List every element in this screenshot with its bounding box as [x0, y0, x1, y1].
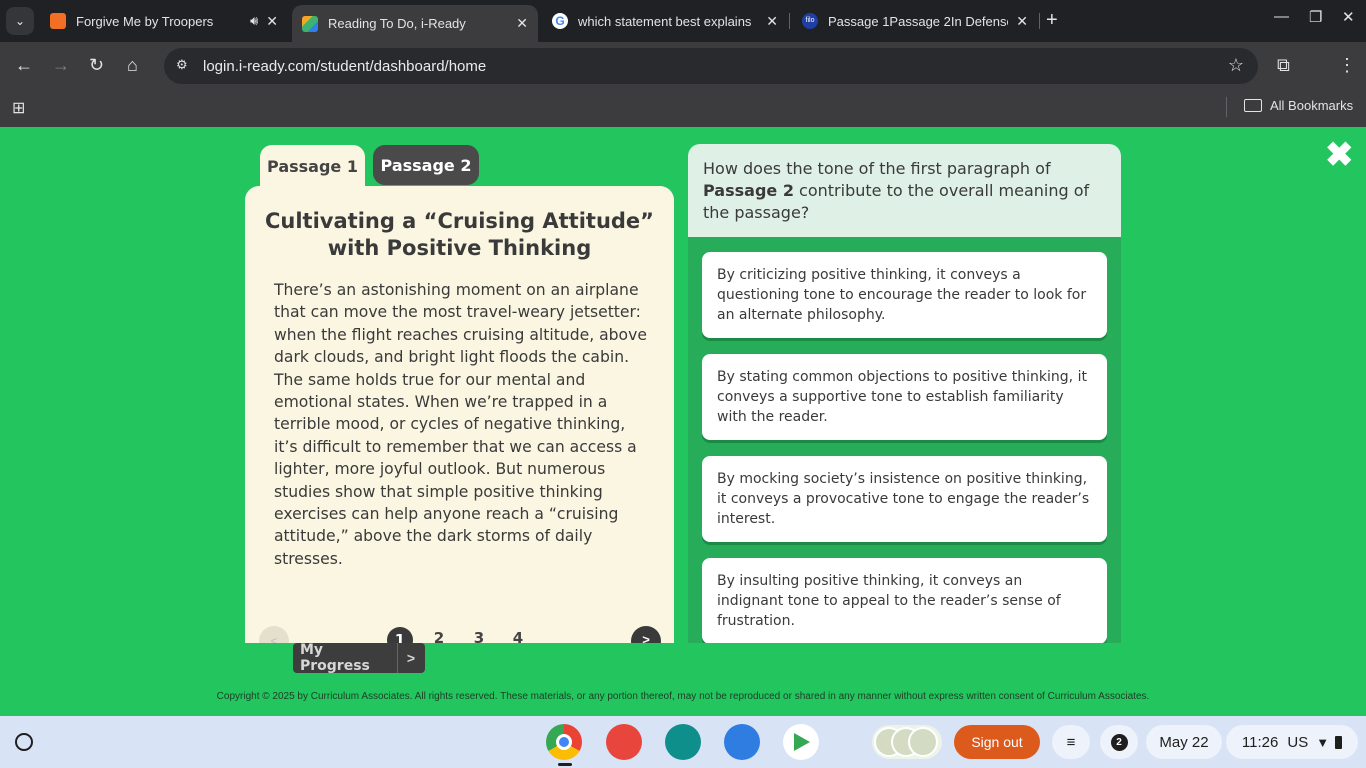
bookmarks-separator — [1226, 97, 1227, 117]
bookmarks-bar: ⊞ All Bookmarks — [0, 90, 1366, 127]
tab-title: Forgive Me by Troopers — [76, 13, 214, 29]
iready-lesson: Passage 1 Passage 2 Cultivating a “Cruis… — [0, 127, 1366, 716]
iready-icon — [302, 15, 318, 32]
chrome-center — [556, 734, 572, 750]
restore-icon[interactable]: ❐ — [1309, 8, 1322, 26]
tab-search-button[interactable]: ⌄ — [6, 7, 34, 35]
status-tray[interactable]: 11:26 US ▼ — [1226, 725, 1358, 759]
site-info-icon[interactable]: ⚙ — [176, 57, 188, 73]
page-button-1[interactable]: 1 — [387, 627, 413, 643]
extensions-icon[interactable]: ⧉ — [1277, 54, 1290, 76]
notification-count: 2 — [1110, 733, 1128, 751]
my-progress-button[interactable]: My Progress > — [293, 642, 425, 674]
close-window-icon[interactable]: ✕ — [1342, 8, 1355, 26]
tab-close-icon[interactable]: ✕ — [1016, 13, 1028, 30]
running-indicator — [558, 763, 572, 766]
play-triangle — [794, 733, 810, 751]
tab-close-icon[interactable]: ✕ — [766, 13, 778, 30]
tab-passage-2[interactable]: Passage 2 — [373, 145, 479, 185]
canvas-app-icon[interactable] — [606, 724, 642, 760]
tab-separator — [1039, 13, 1040, 29]
menu-icon[interactable]: ⋮ — [1338, 54, 1356, 76]
tab-separator — [789, 13, 790, 29]
tab-close-icon[interactable]: ✕ — [266, 13, 278, 30]
page-button-4[interactable]: 4 — [505, 629, 531, 643]
tab-iready[interactable]: Reading To Do, i-Ready ✕ — [292, 5, 538, 42]
answer-option-2[interactable]: By stating common objections to positive… — [702, 354, 1107, 440]
google-icon: G — [552, 13, 568, 29]
my-progress-label: My Progress — [300, 642, 370, 674]
classroom-app-icon[interactable] — [665, 724, 701, 760]
question-panel: How does the tone of the first paragraph… — [688, 144, 1121, 643]
apps-grid-icon[interactable]: ⊞ — [12, 98, 25, 118]
thumbnail — [908, 727, 938, 757]
sign-out-button[interactable]: Sign out — [954, 725, 1040, 759]
battery-icon — [1335, 735, 1343, 749]
tab-title: Reading To Do, i-Ready — [328, 16, 466, 31]
page-button-3[interactable]: 3 — [466, 629, 492, 643]
passage-body: There’s an astonishing moment on an airp… — [274, 281, 647, 568]
filo-icon: filo — [802, 13, 818, 29]
passage-title: Cultivating a “Cruising Attitude” with P… — [265, 209, 654, 260]
notifications-button[interactable]: 2 — [1100, 725, 1138, 759]
answer-option-1[interactable]: By criticizing positive thinking, it con… — [702, 252, 1107, 338]
passage-panel: Cultivating a “Cruising Attitude” with P… — [245, 186, 674, 643]
os-shelf: Sign out ≡ 2 May 22 11:26 US ▼ — [0, 716, 1366, 768]
question-header: How does the tone of the first paragraph… — [688, 144, 1121, 237]
close-lesson-icon[interactable]: ✖ — [1325, 138, 1354, 172]
answer-option-3[interactable]: By mocking society’s insistence on posit… — [702, 456, 1107, 542]
question-emphasis: Passage 2 — [703, 181, 794, 200]
address-bar[interactable]: ⚙ login.i-ready.com/student/dashboard/ho… — [164, 48, 1258, 84]
media-controls-icon[interactable]: ≡ — [1052, 725, 1090, 759]
time-text: 11:26 — [1241, 733, 1279, 751]
copyright-text: Copyright © 2025 by Curriculum Associate… — [216, 691, 1150, 702]
home-icon[interactable]: ⌂ — [127, 54, 138, 76]
chrome-app-icon[interactable] — [546, 724, 582, 760]
folder-icon — [1244, 99, 1262, 112]
all-bookmarks-button[interactable]: All Bookmarks — [1244, 98, 1353, 113]
tab-title: Passage 1Passage 2In Defense — [828, 13, 1009, 29]
date-button[interactable]: May 22 — [1146, 725, 1222, 759]
next-page-button[interactable]: > — [631, 626, 661, 643]
audio-playing-icon[interactable]: 🔊︎ — [250, 13, 258, 29]
new-tab-button[interactable]: + — [1046, 10, 1058, 30]
all-bookmarks-label: All Bookmarks — [1270, 98, 1354, 113]
bookmark-star-icon[interactable]: ☆ — [1228, 55, 1244, 76]
files-app-icon[interactable] — [724, 724, 760, 760]
wifi-icon: ▼ — [1316, 734, 1330, 750]
soundcloud-icon — [50, 13, 66, 29]
prev-page-button[interactable]: < — [259, 626, 289, 643]
my-progress-arrow: > — [397, 643, 424, 673]
answer-option-4[interactable]: By insulting positive thinking, it conve… — [702, 558, 1107, 643]
question-prefix: How does the tone of the first paragraph… — [703, 159, 1051, 178]
forward-icon[interactable]: → — [52, 54, 70, 76]
holding-space[interactable] — [872, 725, 942, 759]
tab-google[interactable]: G which statement best explains ✕ — [542, 5, 790, 37]
tab-passage-1[interactable]: Passage 1 — [260, 145, 365, 187]
url-text[interactable]: login.i-ready.com/student/dashboard/home — [203, 58, 486, 75]
tab-close-icon[interactable]: ✕ — [516, 15, 528, 32]
tab-filo[interactable]: filo Passage 1Passage 2In Defense ✕ — [792, 5, 1040, 37]
locale-text: US — [1287, 733, 1309, 751]
tab-soundcloud[interactable]: Forgive Me by Troopers 🔊︎ ✕ — [40, 5, 288, 37]
page-button-2[interactable]: 2 — [426, 629, 452, 643]
date-text: May 22 — [1159, 733, 1209, 751]
play-store-icon[interactable] — [783, 724, 819, 760]
browser-tabstrip: ⌄ Forgive Me by Troopers 🔊︎ ✕ Reading To… — [0, 0, 1366, 42]
launcher-icon[interactable] — [15, 733, 33, 751]
question-text: How does the tone of the first paragraph… — [703, 158, 1103, 224]
tab-title: which statement best explains — [578, 13, 752, 29]
chevron-down-icon: ⌄ — [14, 14, 26, 28]
browser-toolbar: ← → ↻ ⌂ ⚙ login.i-ready.com/student/dash… — [0, 42, 1366, 90]
reload-icon[interactable]: ↻ — [89, 54, 104, 76]
back-icon[interactable]: ← — [15, 54, 33, 76]
minimize-icon[interactable]: — — [1274, 8, 1289, 25]
